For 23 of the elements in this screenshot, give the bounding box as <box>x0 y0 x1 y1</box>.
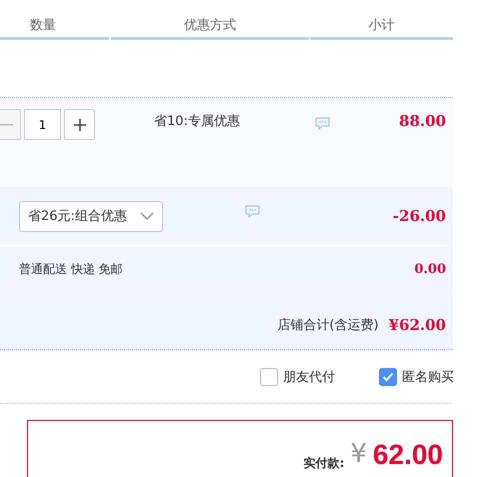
minus-icon <box>0 124 12 126</box>
chevron-down-icon <box>140 212 154 220</box>
checkbox-option[interactable]: 朋友代付 <box>260 368 335 386</box>
column-header: 数量 <box>0 16 109 40</box>
check-icon <box>382 372 394 382</box>
discount-amount: -26.00 <box>392 207 446 225</box>
column-header: 小计 <box>310 16 453 40</box>
subtotal-price: 88.00 <box>399 112 446 130</box>
promotion-text: 省10:专属优惠 <box>154 113 240 130</box>
shipping-fee: 0.00 <box>414 262 446 276</box>
shipping-method: 普通配送 快递 免邮 <box>19 260 123 278</box>
shop-total-label: 店铺合计(含运费) <box>277 317 379 334</box>
quantity-field[interactable]: 1 <box>24 109 61 140</box>
plus-icon <box>72 118 86 132</box>
checkbox[interactable] <box>260 368 278 386</box>
checkbox[interactable] <box>379 368 397 386</box>
increase-button[interactable] <box>64 109 95 140</box>
payment-amount: 62.00 <box>372 439 443 471</box>
currency-symbol: ¥ <box>350 439 367 469</box>
shop-total-amount: ¥62.00 <box>388 316 446 334</box>
payment-label: 实付款: <box>304 455 344 472</box>
discount-dropdown[interactable]: 省26元:组合优惠 <box>19 200 163 232</box>
column-header: 优惠方式 <box>111 16 309 40</box>
